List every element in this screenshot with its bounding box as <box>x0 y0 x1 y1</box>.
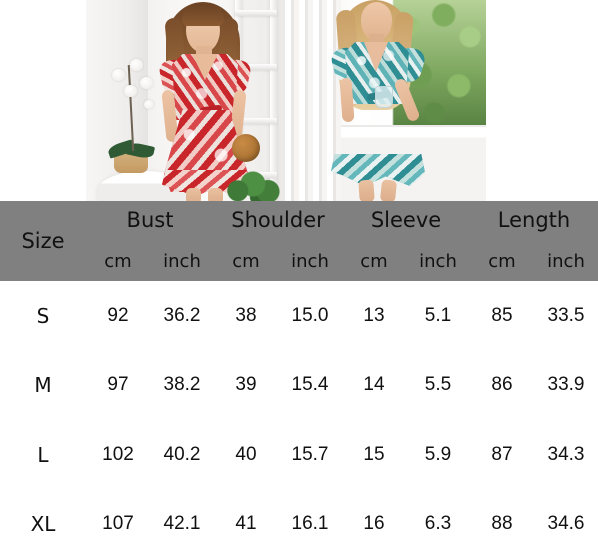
header-unit-bust-inch: inch <box>163 250 201 272</box>
cell-shoulder-inch: 15.7 <box>291 443 329 465</box>
cell-size: L <box>37 442 49 467</box>
header-unit-shoulder-cm: cm <box>232 250 260 272</box>
cell-sleeve-cm: 13 <box>363 304 385 326</box>
cell-sleeve-cm: 15 <box>363 443 385 465</box>
cell-shoulder-inch: 15.4 <box>291 374 329 396</box>
size-chart-body: S 92 36.2 38 15.0 13 5.1 85 33.5 M 97 38… <box>0 281 598 559</box>
cell-size: XL <box>30 512 56 537</box>
header-group-title-shoulder: Shoulder <box>231 208 325 232</box>
cell-bust-cm: 92 <box>107 304 129 326</box>
header-group-sleeve: Sleeve cm inch <box>342 201 470 281</box>
cell-bust-inch: 36.2 <box>163 304 201 326</box>
orchid-bloom <box>130 59 143 71</box>
leg <box>208 188 223 201</box>
header-unit-sleeve-inch: inch <box>419 250 457 272</box>
header-unit-sleeve-cm: cm <box>360 250 388 272</box>
size-chart-page: Size Bust cm inch Shoulder cm inch Sleev… <box>0 0 598 559</box>
cell-bust-cm: 107 <box>102 513 134 535</box>
header-group-bust: Bust cm inch <box>86 201 214 281</box>
header-group-title-length: Length <box>497 208 571 232</box>
header-group-shoulder: Shoulder cm inch <box>214 201 342 281</box>
size-chart-table: Size Bust cm inch Shoulder cm inch Sleev… <box>0 201 598 559</box>
header-group-title-bust: Bust <box>126 208 174 232</box>
leg <box>379 179 398 201</box>
cell-shoulder-cm: 40 <box>235 443 257 465</box>
cell-bust-cm: 97 <box>107 374 129 396</box>
dress-ruffle-hem <box>331 154 425 186</box>
potted-greenery <box>227 167 281 201</box>
cell-shoulder-inch: 15.0 <box>291 304 329 326</box>
cell-sleeve-inch: 6.3 <box>424 513 452 535</box>
cell-sleeve-inch: 5.5 <box>424 374 452 396</box>
cell-bust-inch: 40.2 <box>163 443 201 465</box>
cell-bust-inch: 38.2 <box>163 374 201 396</box>
cell-size: M <box>34 373 52 398</box>
cell-sleeve-inch: 5.9 <box>424 443 452 465</box>
cell-size: S <box>36 303 50 328</box>
header-group-title-sleeve: Sleeve <box>370 208 442 232</box>
cell-length-inch: 33.9 <box>547 374 585 396</box>
table-row: M 97 38.2 39 15.4 14 5.5 86 33.9 <box>0 351 598 421</box>
cell-shoulder-cm: 39 <box>235 374 257 396</box>
cell-sleeve-cm: 16 <box>363 513 385 535</box>
header-unit-shoulder-inch: inch <box>291 250 329 272</box>
dress-v-neckline <box>364 42 388 72</box>
product-photo-strip <box>0 0 598 201</box>
cell-length-cm: 85 <box>491 304 513 326</box>
dress-v-neckline <box>192 54 218 80</box>
product-photo-red-dress[interactable] <box>86 0 285 201</box>
size-chart-header-row: Size Bust cm inch Shoulder cm inch Sleev… <box>0 201 598 281</box>
cell-length-cm: 86 <box>491 374 513 396</box>
cell-length-inch: 33.5 <box>547 304 585 326</box>
cell-bust-cm: 102 <box>102 443 134 465</box>
cell-length-inch: 34.3 <box>547 443 585 465</box>
cell-length-cm: 87 <box>491 443 513 465</box>
indoor-scene-background <box>86 0 285 201</box>
model-teal-dress <box>319 0 435 201</box>
leg <box>358 179 375 201</box>
cell-bust-inch: 42.1 <box>163 513 201 535</box>
leg <box>186 188 201 201</box>
cell-shoulder-cm: 41 <box>235 513 257 535</box>
orchid-bloom <box>124 85 137 97</box>
cell-sleeve-cm: 14 <box>363 374 385 396</box>
cell-shoulder-inch: 16.1 <box>291 513 329 535</box>
handbag <box>232 134 260 162</box>
cell-length-cm: 88 <box>491 513 513 535</box>
header-group-length: Length cm inch <box>470 201 598 281</box>
outdoor-scene-background <box>285 0 486 201</box>
table-row: XL 107 42.1 41 16.1 16 6.3 88 34.6 <box>0 490 598 559</box>
orchid-bloom <box>112 69 125 81</box>
header-unit-length-inch: inch <box>547 250 585 272</box>
cell-sleeve-inch: 5.1 <box>424 304 452 326</box>
cell-shoulder-cm: 38 <box>235 304 257 326</box>
product-photo-teal-dress[interactable] <box>285 0 486 201</box>
hair-fringe <box>182 4 224 26</box>
cell-length-inch: 34.6 <box>547 513 585 535</box>
header-measurement-groups: Bust cm inch Shoulder cm inch Sleeve cm … <box>86 201 598 281</box>
table-row: S 92 36.2 38 15.0 13 5.1 85 33.5 <box>0 281 598 351</box>
header-unit-bust-cm: cm <box>104 250 132 272</box>
table-row: L 102 40.2 40 15.7 15 5.9 87 34.3 <box>0 420 598 490</box>
header-unit-length-cm: cm <box>488 250 516 272</box>
header-size-label: Size <box>21 229 65 253</box>
